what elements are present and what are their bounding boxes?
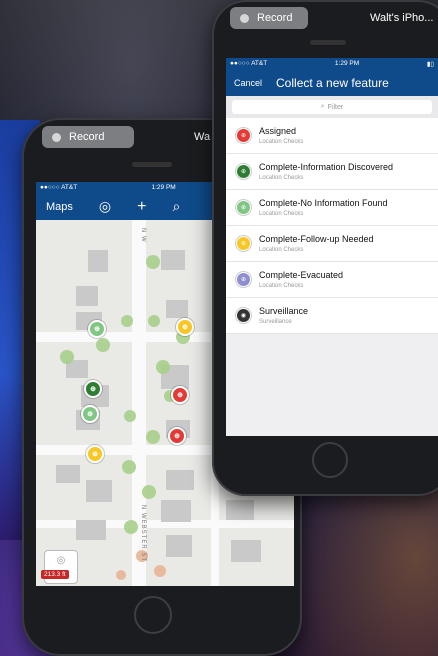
feature-name: Surveillance: [259, 306, 309, 316]
feature-layer: Location Checks: [259, 211, 304, 217]
feature-item-surveillance[interactable]: ◉ Surveillance Surveillance: [226, 298, 438, 334]
feature-nav-bar: Cancel Collect a new feature: [226, 69, 438, 96]
tree: [146, 255, 160, 269]
assigned-pin-icon: ⊕: [236, 128, 251, 143]
tree: [121, 315, 133, 327]
home-button-left[interactable]: [134, 596, 172, 634]
feature-name: Complete-Follow-up Needed: [259, 234, 374, 244]
map-pin-no-info[interactable]: ⊕: [81, 405, 99, 423]
location-icon: ◎: [56, 555, 66, 566]
filter-input[interactable]: ⌕ Filter: [232, 100, 432, 114]
feature-name: Complete-Evacuated: [259, 270, 344, 280]
device-name-left: Wa: [194, 131, 211, 143]
tree: [156, 360, 170, 374]
map-pin-follow-up[interactable]: ⊕: [86, 445, 104, 463]
filter-placeholder: Filter: [327, 103, 344, 111]
building: [76, 286, 98, 306]
maps-button[interactable]: Maps: [46, 201, 73, 213]
record-button-left[interactable]: Record: [42, 126, 134, 148]
map-pin-follow-up[interactable]: ⊕: [176, 318, 194, 336]
page-title: Collect a new feature: [276, 75, 389, 90]
building: [56, 465, 80, 483]
record-label: Record: [257, 12, 293, 24]
building: [76, 520, 106, 540]
home-button-right[interactable]: [312, 442, 348, 478]
record-dot-icon: [240, 13, 249, 23]
record-dot-icon: [52, 132, 61, 142]
device-name-right: Walt's iPho...: [370, 12, 434, 24]
tree: [142, 485, 156, 499]
building: [166, 470, 194, 490]
tree: [116, 570, 126, 580]
cancel-button[interactable]: Cancel: [234, 78, 262, 88]
building: [231, 540, 261, 562]
carrier-label: ●●○○○ AT&T: [230, 60, 268, 67]
tree: [96, 338, 110, 352]
building: [166, 300, 188, 318]
map-pin-info-discovered[interactable]: ⊕: [84, 380, 102, 398]
feature-name: Assigned: [259, 126, 297, 136]
building: [161, 500, 191, 522]
map-pin-assigned[interactable]: ⊕: [168, 427, 186, 445]
tree: [60, 350, 74, 364]
speaker: [310, 40, 346, 45]
carrier-label: ●●○○○ AT&T: [40, 184, 78, 191]
record-label: Record: [69, 131, 105, 143]
status-bar: ●●○○○ AT&T 1:29 PM ▮▯: [226, 58, 438, 69]
time-label: 1:29 PM: [334, 60, 360, 67]
tree: [122, 460, 136, 474]
tree: [124, 410, 136, 422]
no-info-pin-icon: ⊕: [236, 200, 251, 215]
info-discovered-pin-icon: ⊕: [236, 164, 251, 179]
feature-layer: Location Checks: [259, 283, 304, 289]
filter-row: ⌕ Filter: [226, 96, 438, 118]
feature-name: Complete-Information Discovered: [259, 162, 394, 172]
time-label: 1:29 PM: [151, 184, 176, 191]
map-pin-no-info[interactable]: ⊕: [88, 320, 106, 338]
building: [161, 250, 185, 270]
tree: [148, 315, 160, 327]
search-icon: ⌕: [320, 103, 325, 110]
feature-layer: Location Checks: [259, 139, 304, 145]
locate-icon[interactable]: ◎: [99, 198, 111, 215]
record-button-right[interactable]: Record: [230, 7, 308, 29]
feature-item-assigned[interactable]: ⊕ Assigned Location Checks: [226, 118, 438, 154]
building: [166, 535, 192, 557]
map-pin-assigned[interactable]: ⊕: [171, 386, 189, 404]
building: [226, 500, 254, 520]
feature-item-evacuated[interactable]: ⊕ Complete-Evacuated Location Checks: [226, 262, 438, 298]
follow-up-pin-icon: ⊕: [236, 236, 251, 251]
street-label: N WEBSTER ST: [140, 505, 146, 563]
feature-layer: Location Checks: [259, 175, 304, 181]
building: [86, 480, 112, 502]
tree: [154, 565, 166, 577]
street-label: N W: [140, 228, 146, 243]
tree: [124, 520, 138, 534]
evacuated-pin-icon: ⊕: [236, 272, 251, 287]
feature-item-no-info[interactable]: ⊕ Complete-No Information Found Location …: [226, 190, 438, 226]
feature-item-info-discovered[interactable]: ⊕ Complete-Information Discovered Locatio…: [226, 154, 438, 190]
camera-icon: ◉: [236, 308, 251, 323]
tree: [146, 430, 160, 444]
feature-screen: ●●○○○ AT&T 1:29 PM ▮▯ Cancel Collect a n…: [226, 58, 438, 436]
feature-name: Complete-No Information Found: [259, 198, 388, 208]
battery-icon: ▮▯: [426, 60, 434, 68]
feature-item-follow-up[interactable]: ⊕ Complete-Follow-up Needed Location Chec…: [226, 226, 438, 262]
building: [88, 250, 108, 272]
plus-icon[interactable]: +: [137, 198, 146, 216]
search-icon[interactable]: ⌕: [172, 198, 180, 215]
feature-list: ⊕ Assigned Location Checks ⊕ Complete-Inf…: [226, 118, 438, 334]
scale-badge: 213.3 ft: [41, 570, 69, 579]
list-empty-area: [226, 334, 438, 436]
phone-right: Record Walt's iPho... ●●○○○ AT&T 1:29 PM…: [212, 0, 438, 496]
feature-layer: Surveillance: [259, 319, 292, 325]
speaker: [132, 162, 172, 167]
feature-layer: Location Checks: [259, 247, 304, 253]
